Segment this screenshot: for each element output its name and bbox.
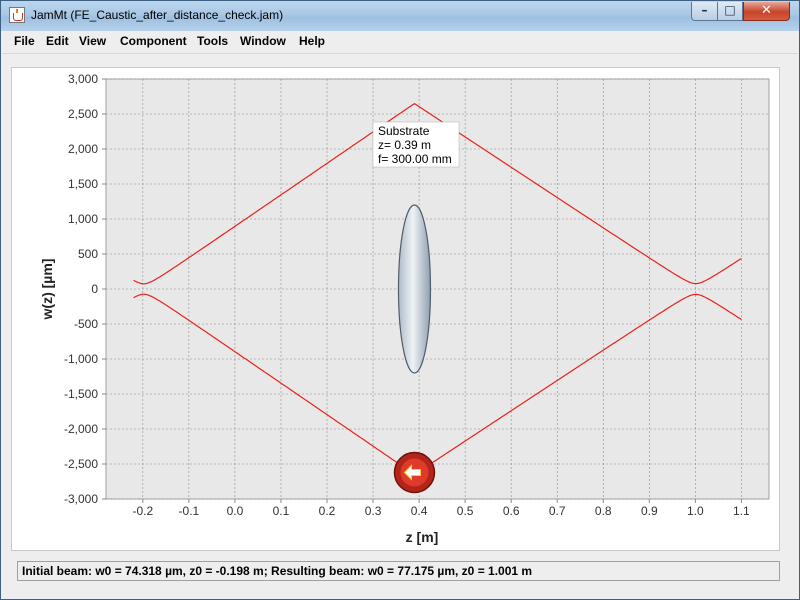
minimize-icon: – [701,3,708,17]
app-window: JamMt (FE_Caustic_after_distance_check.j… [0,0,800,600]
x-axis-label: z [m] [406,529,439,545]
x-tick-label: 0.5 [457,504,474,518]
lens-group[interactable] [397,204,432,374]
x-tick-label: 0.7 [549,504,566,518]
maximize-icon: □ [724,3,736,17]
x-tick-label: 0.1 [273,504,290,518]
y-tick-label: -2,500 [64,457,98,471]
caustic-chart[interactable]: -0.2 -0.1 0.0 0.1 0.2 0.3 0.4 0.5 0.6 0.7 0.8 0.9 1.… [12,68,779,550]
y-tick-label: 500 [78,247,98,261]
y-tick-label: -1,000 [64,352,98,366]
menu-bar: File Edit View Component Tools Window He… [2,31,798,54]
close-button[interactable]: ✕ [743,2,790,21]
close-icon: ✕ [761,3,772,18]
title-bar[interactable]: JamMt (FE_Caustic_after_distance_check.j… [1,1,799,31]
minimize-button[interactable]: – [691,2,718,21]
menu-component[interactable]: Component [120,34,187,48]
menu-help[interactable]: Help [299,34,325,48]
y-tick-label: -2,000 [64,422,98,436]
window-title: JamMt (FE_Caustic_after_distance_check.j… [31,8,284,22]
status-text: Initial beam: w0 = 74.318 µm, z0 = -0.19… [22,564,533,578]
java-app-icon[interactable] [9,7,25,23]
tooltip-line2: z= 0.39 m [378,138,431,152]
x-tick-label: 0.9 [641,504,658,518]
plot-panel: -0.2 -0.1 0.0 0.1 0.2 0.3 0.4 0.5 0.6 0.7 0.8 0.9 1.… [11,67,780,551]
y-tick-label: -3,000 [64,492,98,506]
move-cursor-icon[interactable] [393,451,436,494]
x-tick-label: 0.4 [411,504,428,518]
x-tick-label: 0.0 [227,504,244,518]
tooltip-line3: f= 300.00 mm [378,152,452,166]
y-tick-label: 2,500 [68,107,98,121]
x-tick-label: 0.2 [319,504,336,518]
y-tick-label: -1,500 [64,387,98,401]
y-tick-label: 2,000 [68,142,98,156]
tooltip-line1: Substrate [378,124,430,138]
lens-element[interactable] [397,204,432,374]
x-tick-label: 0.3 [365,504,382,518]
y-tick-label: 3,000 [68,72,98,86]
x-tick-label: 1.0 [687,504,704,518]
y-tick-label: -500 [74,317,98,331]
menu-file[interactable]: File [14,34,35,48]
menu-window[interactable]: Window [240,34,286,48]
menu-tools[interactable]: Tools [197,34,228,48]
status-bar: Initial beam: w0 = 74.318 µm, z0 = -0.19… [17,561,780,581]
x-tick-label: 0.6 [503,504,520,518]
y-tick-label: 0 [91,282,98,296]
y-tick-label: 1,000 [68,212,98,226]
x-tick-label: -0.1 [179,504,200,518]
y-axis-label: w(z) [µm] [39,259,55,321]
y-tick-label: 1,500 [68,177,98,191]
maximize-button[interactable]: □ [717,2,743,21]
x-tick-label: 1.1 [733,504,750,518]
x-tick-label: -0.2 [132,504,153,518]
menu-edit[interactable]: Edit [46,34,69,48]
lens-tooltip: Substrate z= 0.39 m f= 300.00 mm [372,121,460,168]
menu-view[interactable]: View [79,34,106,48]
x-tick-label: 0.8 [595,504,612,518]
